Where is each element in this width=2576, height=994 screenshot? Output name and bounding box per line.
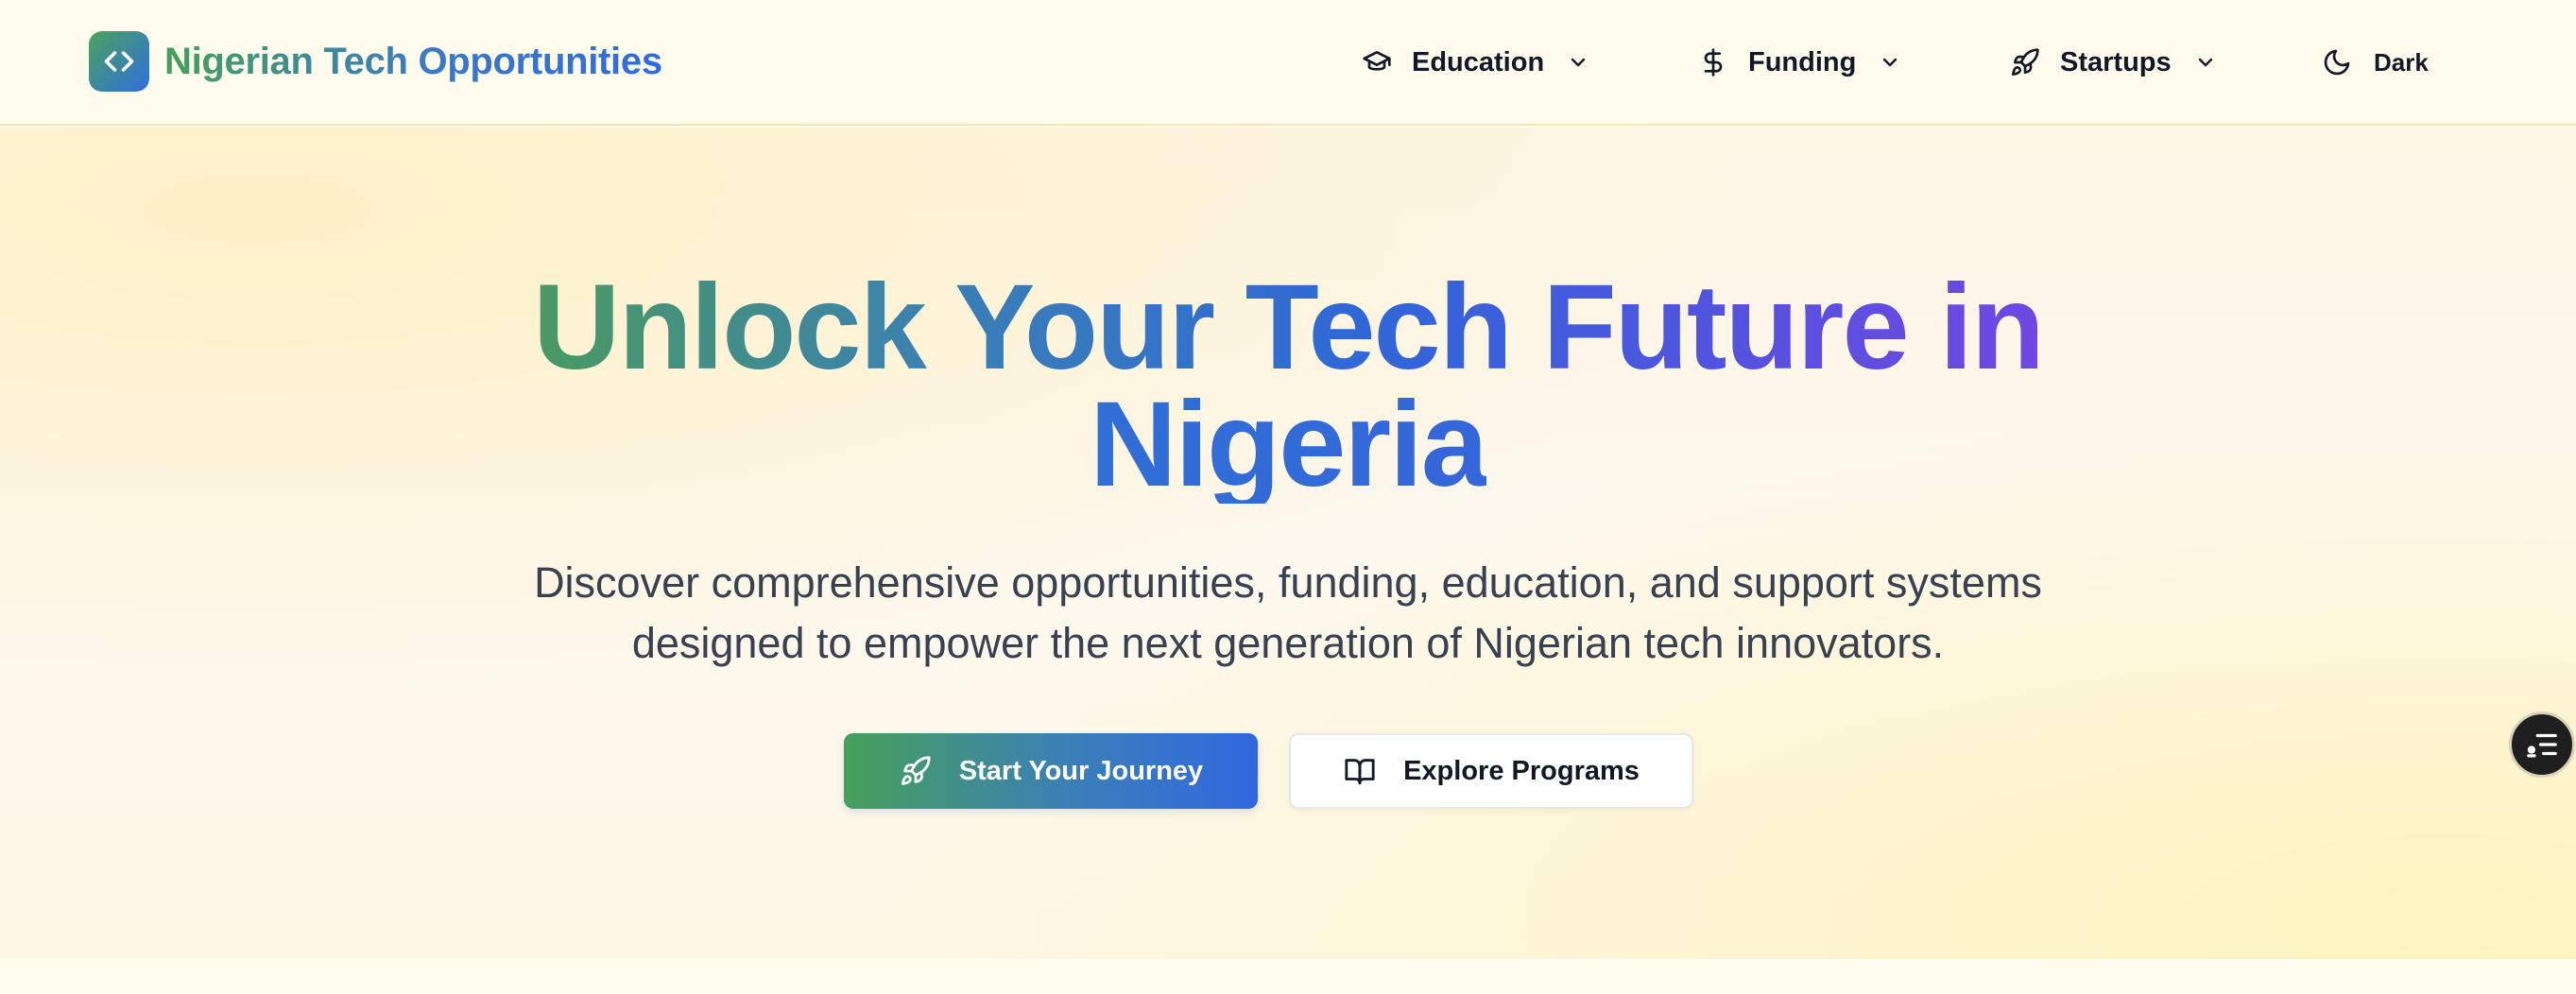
theme-toggle-button[interactable]: Dark bbox=[2321, 38, 2429, 87]
hero-subtitle-line-1: Discover comprehensive opportunities, fu… bbox=[534, 558, 2042, 607]
explore-programs-button[interactable]: Explore Programs bbox=[1289, 733, 1693, 809]
start-journey-label: Start Your Journey bbox=[958, 755, 1204, 786]
nav-startups[interactable]: Startups bbox=[2009, 38, 2219, 87]
rocket-icon bbox=[2009, 46, 2041, 78]
chevron-down-icon bbox=[1877, 49, 1903, 76]
hero-section: Unlock Your Tech Future in Nigeria Disco… bbox=[0, 128, 2576, 959]
moon-icon bbox=[2321, 46, 2353, 78]
brand-link[interactable]: Nigerian Tech Opportunities bbox=[89, 30, 662, 93]
explore-programs-label: Explore Programs bbox=[1403, 755, 1640, 786]
start-journey-button[interactable]: Start Your Journey bbox=[844, 733, 1258, 809]
site-header: Nigerian Tech Opportunities Education Fu… bbox=[0, 0, 2576, 126]
nav-education[interactable]: Education bbox=[1361, 38, 1591, 87]
code-icon bbox=[89, 31, 149, 92]
theme-toggle-label: Dark bbox=[2374, 47, 2429, 77]
nav-funding-label: Funding bbox=[1748, 46, 1857, 77]
brand-name: Nigerian Tech Opportunities bbox=[164, 40, 662, 82]
hero-title-line-1: Unlock Your Tech Future in bbox=[533, 260, 2045, 395]
nav-startups-label: Startups bbox=[2060, 46, 2172, 77]
dollar-icon bbox=[1697, 46, 1729, 78]
hero-subtitle: Discover comprehensive opportunities, fu… bbox=[0, 553, 2576, 674]
nav-funding[interactable]: Funding bbox=[1697, 38, 1903, 87]
chevron-down-icon bbox=[2192, 49, 2219, 76]
next-section-edge bbox=[0, 959, 2576, 994]
hero-subtitle-line-2: designed to empower the next generation … bbox=[631, 619, 1945, 667]
rocket-icon bbox=[899, 754, 933, 788]
hero-title: Unlock Your Tech Future in Nigeria bbox=[0, 260, 2576, 512]
nav-education-label: Education bbox=[1412, 46, 1545, 77]
graduation-cap-icon bbox=[1361, 46, 1393, 78]
hero-title-line-2: Nigeria bbox=[1090, 377, 1488, 512]
chevron-down-icon bbox=[1565, 49, 1591, 76]
book-open-icon bbox=[1343, 754, 1377, 788]
chat-list-icon[interactable] bbox=[2509, 711, 2575, 778]
